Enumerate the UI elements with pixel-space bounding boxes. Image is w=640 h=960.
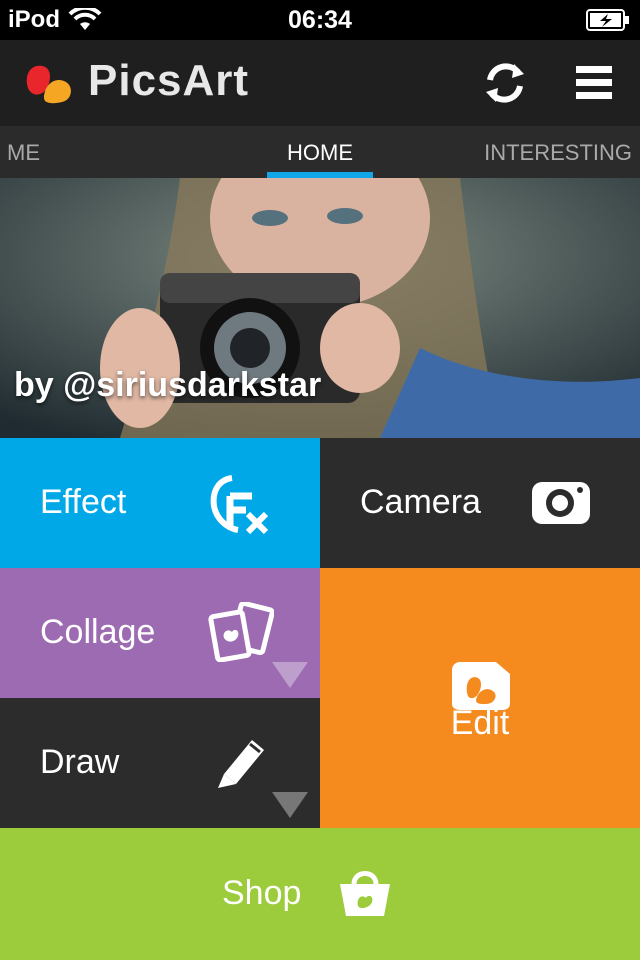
edit-tile[interactable]: Edit [320, 568, 640, 828]
app-header: PicsArt [0, 40, 640, 126]
collage-tile[interactable]: Collage [0, 568, 320, 698]
draw-tile[interactable]: Draw [0, 698, 320, 828]
picsart-logo-icon [26, 65, 71, 104]
camera-label: Camera [360, 483, 481, 521]
camera-icon [532, 482, 590, 524]
effect-tile[interactable]: Effect [0, 438, 320, 568]
shopping-bag-icon [340, 871, 390, 916]
menu-button[interactable] [566, 58, 622, 108]
effect-label: Effect [40, 483, 127, 521]
collage-expand-arrow[interactable] [272, 662, 308, 688]
shop-tile[interactable]: Shop [0, 828, 640, 960]
draw-label: Draw [40, 743, 120, 781]
edit-label: Edit [450, 704, 510, 742]
tab-bar: ME HOME INTERESTING [0, 126, 640, 178]
fx-icon [210, 475, 269, 534]
pencil-icon [218, 740, 264, 788]
collage-label: Collage [40, 613, 156, 651]
draw-expand-arrow[interactable] [272, 792, 308, 818]
shop-label: Shop [222, 874, 302, 912]
battery-charging-icon [586, 9, 629, 31]
sync-button[interactable] [478, 56, 532, 110]
tab-interesting[interactable]: INTERESTING [484, 140, 632, 166]
photo-credit[interactable]: by @siriusdarkstar [14, 366, 321, 405]
app-logo-text: PicsArt [88, 56, 250, 105]
status-time: 06:34 [288, 6, 352, 34]
featured-photo[interactable]: by @siriusdarkstar [0, 178, 640, 438]
collage-icon [208, 602, 274, 662]
camera-tile[interactable]: Camera [320, 438, 640, 568]
status-bar: iPod 06:34 [0, 0, 640, 40]
